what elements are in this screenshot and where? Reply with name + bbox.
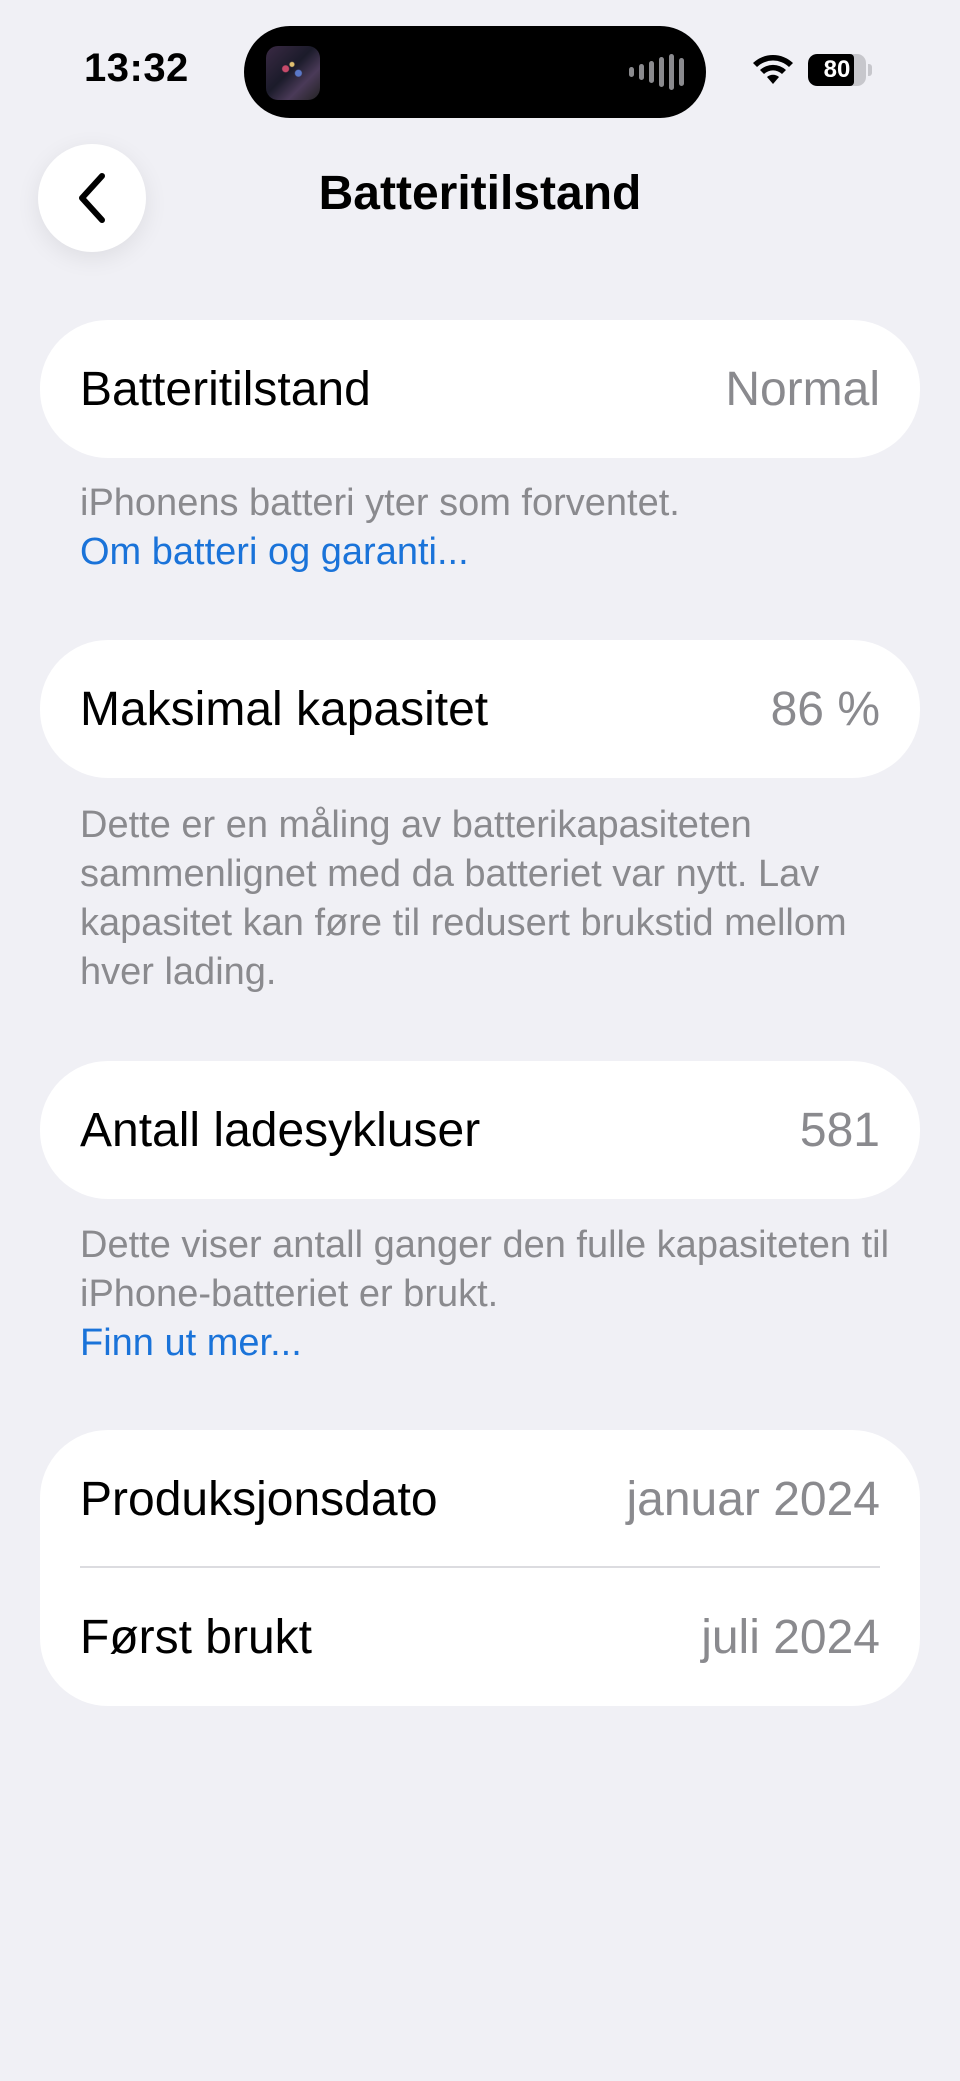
battery-warranty-link[interactable]: Om batteri og garanti...: [80, 528, 900, 577]
battery-health-screen: 13:32 80 Batteritilstand Batteritilstand…: [0, 0, 960, 2081]
wifi-icon: [753, 55, 793, 84]
battery-health-card: Batteritilstand Normal: [40, 320, 920, 458]
battery-icon: 80: [808, 54, 872, 86]
manufacture-date-label: Produksjonsdato: [80, 1472, 438, 1526]
manufacture-date-row: Produksjonsdato januar 2024: [40, 1430, 920, 1568]
page-title: Batteritilstand: [318, 167, 642, 220]
battery-health-row: Batteritilstand Normal: [40, 320, 920, 458]
maximum-capacity-label: Maksimal kapasitet: [80, 682, 489, 736]
battery-health-label: Batteritilstand: [80, 362, 371, 416]
battery-level: 80: [823, 56, 851, 83]
first-use-value: juli 2024: [701, 1610, 880, 1664]
battery-health-value: Normal: [725, 362, 880, 416]
manufacture-date-value: januar 2024: [626, 1472, 880, 1526]
cycle-count-card: Antall ladesykluser 581: [40, 1061, 920, 1199]
maximum-capacity-card: Maksimal kapasitet 86 %: [40, 640, 920, 778]
battery-health-description: iPhonens batteri yter som forventet.: [80, 482, 680, 524]
battery-health-footnote: iPhonens batteri yter som forventet. Om …: [80, 479, 900, 577]
maximum-capacity-row: Maksimal kapasitet 86 %: [40, 640, 920, 778]
maximum-capacity-footnote: Dette er en måling av batterikapasiteten…: [80, 804, 847, 993]
status-bar: 13:32 80: [0, 0, 960, 120]
cycle-count-row: Antall ladesykluser 581: [40, 1061, 920, 1199]
cycle-count-footnote: Dette viser antall ganger den fulle kapa…: [80, 1221, 900, 1368]
dynamic-island[interactable]: [244, 26, 706, 118]
battery-cap: [868, 64, 872, 76]
first-use-label: Først brukt: [80, 1610, 313, 1664]
maximum-capacity-value: 86 %: [770, 682, 880, 736]
audio-waveform-icon: [629, 52, 684, 92]
first-use-row: Først brukt juli 2024: [40, 1568, 920, 1706]
status-time: 13:32: [84, 46, 189, 90]
now-playing-artwork[interactable]: [266, 46, 320, 100]
battery-dates-card: Produksjonsdato januar 2024 Først brukt …: [40, 1430, 920, 1706]
cycle-count-label: Antall ladesykluser: [80, 1103, 481, 1157]
cycle-count-value: 581: [799, 1103, 880, 1157]
cycle-count-description: Dette viser antall ganger den fulle kapa…: [80, 1224, 890, 1315]
learn-more-link[interactable]: Finn ut mer...: [80, 1319, 900, 1368]
